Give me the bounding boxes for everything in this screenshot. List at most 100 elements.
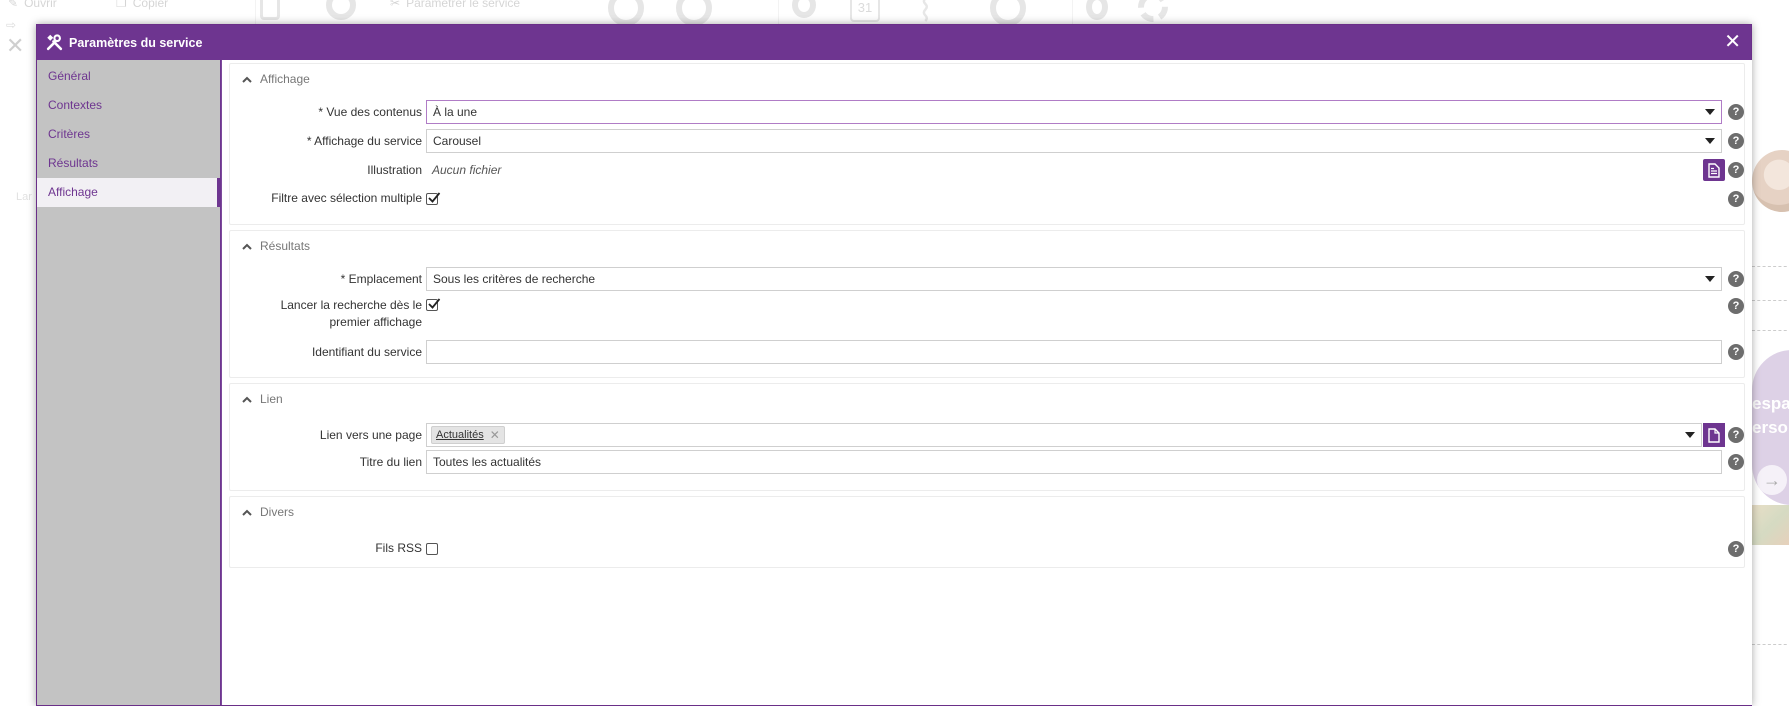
tools-icon: ✂ xyxy=(390,0,401,10)
identifiant-input[interactable] xyxy=(426,340,1722,364)
bg-add-page-icon xyxy=(260,0,280,20)
page-icon xyxy=(1708,427,1720,443)
lien-page-select[interactable]: Actualités ✕ xyxy=(426,423,1702,447)
dialog-header: Paramètres du service ✕ xyxy=(37,25,1751,60)
section-affichage: Affichage * Vue des contenus À la une ? … xyxy=(229,63,1745,225)
bg-promo-text: espa erso xyxy=(1752,394,1789,437)
sidebar-item-resultats[interactable]: Résultats xyxy=(37,149,220,178)
arrow-right-icon: → xyxy=(1757,465,1787,495)
vue-contenus-label: * Vue des contenus xyxy=(318,105,422,119)
section-lien-toggle[interactable]: Lien xyxy=(242,392,283,406)
help-icon[interactable]: ? xyxy=(1728,541,1744,557)
dialog-title: Paramètres du service xyxy=(69,35,203,50)
sidebar-item-criteres[interactable]: Critères xyxy=(37,120,220,149)
fils-rss-checkbox[interactable] xyxy=(426,543,438,555)
vue-contenus-select[interactable]: À la une xyxy=(426,100,1722,124)
section-affichage-toggle[interactable]: Affichage xyxy=(242,72,310,86)
bg-separator xyxy=(255,0,256,26)
bg-copy-button: ❐ Copier xyxy=(116,0,168,10)
section-title: Divers xyxy=(260,505,295,519)
checkmark-icon xyxy=(428,192,441,203)
section-title: Affichage xyxy=(260,72,310,86)
bg-divider xyxy=(1752,266,1789,267)
tools-icon xyxy=(46,34,63,51)
section-resultats-toggle[interactable]: Résultats xyxy=(242,239,310,253)
bg-move-icon: ⇨ xyxy=(6,18,17,32)
bg-separator xyxy=(1072,0,1073,26)
filtre-multiple-checkbox[interactable] xyxy=(426,192,441,205)
emplacement-select[interactable]: Sous les critères de recherche xyxy=(426,267,1722,291)
caret-down-icon xyxy=(1705,138,1715,144)
refresh-icon xyxy=(1138,0,1168,22)
section-lien: Lien Lien vers une page Actualités ✕ ? T… xyxy=(229,383,1745,491)
checkmark-icon xyxy=(428,298,441,309)
caret-down-icon xyxy=(1685,432,1695,438)
emplacement-label: * Emplacement xyxy=(340,272,422,286)
bg-divider xyxy=(1752,300,1789,301)
chevron-up-icon xyxy=(242,396,252,403)
caret-down-icon xyxy=(1705,276,1715,282)
bg-divider xyxy=(1752,644,1789,645)
settings-sidebar: Général Contextes Critères Résultats Aff… xyxy=(37,60,221,705)
bg-compass-icon xyxy=(792,0,816,18)
dialog-body: Général Contextes Critères Résultats Aff… xyxy=(37,60,1752,705)
bg-close-icon: ✕ xyxy=(6,33,25,58)
bg-clock-icon xyxy=(1086,0,1108,20)
titre-lien-input[interactable]: Toutes les actualités xyxy=(426,450,1722,474)
sidebar-item-affichage[interactable]: Affichage xyxy=(37,178,220,207)
section-title: Lien xyxy=(260,392,283,406)
help-icon[interactable]: ? xyxy=(1728,427,1744,443)
sidebar-item-general[interactable]: Général xyxy=(37,62,220,91)
file-icon xyxy=(1708,162,1720,178)
chevron-up-icon xyxy=(242,243,252,250)
section-divers-toggle[interactable]: Divers xyxy=(242,505,294,519)
bg-separator xyxy=(778,0,779,26)
help-icon[interactable]: ? xyxy=(1728,162,1744,178)
help-icon[interactable]: ? xyxy=(1728,344,1744,360)
bg-promo-image xyxy=(1752,505,1789,545)
affichage-service-label: * Affichage du service xyxy=(306,134,422,148)
filtre-multiple-label: Filtre avec sélection multiple xyxy=(271,191,422,205)
caret-down-icon xyxy=(1705,109,1715,115)
lancer-recherche-label: Lancer la recherche dès le premier affic… xyxy=(280,298,422,329)
illustration-value: Aucun fichier xyxy=(432,163,502,177)
bg-configure-button: ✂ Paramétrer le service xyxy=(390,0,520,10)
fils-rss-label: Fils RSS xyxy=(375,541,422,555)
help-icon[interactable]: ? xyxy=(1728,133,1744,149)
settings-content: Affichage * Vue des contenus À la une ? … xyxy=(221,60,1752,705)
bg-search-icon xyxy=(608,0,644,26)
identifiant-label: Identifiant du service xyxy=(311,345,422,359)
illustration-label: Illustration xyxy=(367,163,422,177)
affichage-service-select[interactable]: Carousel xyxy=(426,129,1722,153)
help-icon[interactable]: ? xyxy=(1728,298,1744,314)
calendar-icon: 31 xyxy=(850,0,880,22)
help-icon[interactable]: ? xyxy=(1728,104,1744,120)
remove-tag-icon[interactable]: ✕ xyxy=(490,428,500,442)
bg-send-icon xyxy=(990,0,1026,26)
help-icon[interactable]: ? xyxy=(1728,271,1744,287)
bg-divider xyxy=(1752,330,1789,331)
chevron-up-icon xyxy=(242,509,252,516)
sidebar-item-contextes[interactable]: Contextes xyxy=(37,91,220,120)
bg-gear-icon xyxy=(326,0,356,20)
background-left-panel: Lar xyxy=(0,90,40,694)
copy-icon: ❐ xyxy=(116,0,127,10)
lien-page-label: Lien vers une page xyxy=(319,428,422,442)
help-icon[interactable]: ? xyxy=(1728,191,1744,207)
edit-icon: ✎ xyxy=(8,0,19,10)
file-picker-button[interactable] xyxy=(1703,159,1725,181)
chevron-up-icon xyxy=(242,76,252,83)
lancer-recherche-checkbox[interactable] xyxy=(426,298,441,311)
close-icon[interactable]: ✕ xyxy=(1724,31,1741,53)
service-settings-dialog: Paramètres du service ✕ Général Contexte… xyxy=(36,24,1752,706)
help-icon[interactable]: ? xyxy=(1728,454,1744,470)
section-resultats: Résultats * Emplacement Sous les critère… xyxy=(229,230,1745,378)
section-divers: Divers Fils RSS ? xyxy=(229,496,1745,568)
bg-search-icon-2 xyxy=(676,0,712,26)
section-title: Résultats xyxy=(260,239,311,253)
titre-lien-label: Titre du lien xyxy=(359,455,422,469)
bg-language-label: Lar xyxy=(16,191,32,203)
page-picker-button[interactable] xyxy=(1703,423,1725,447)
selected-page-tag: Actualités ✕ xyxy=(431,426,505,444)
bg-open-button: ✎ Ouvrir xyxy=(8,0,57,10)
